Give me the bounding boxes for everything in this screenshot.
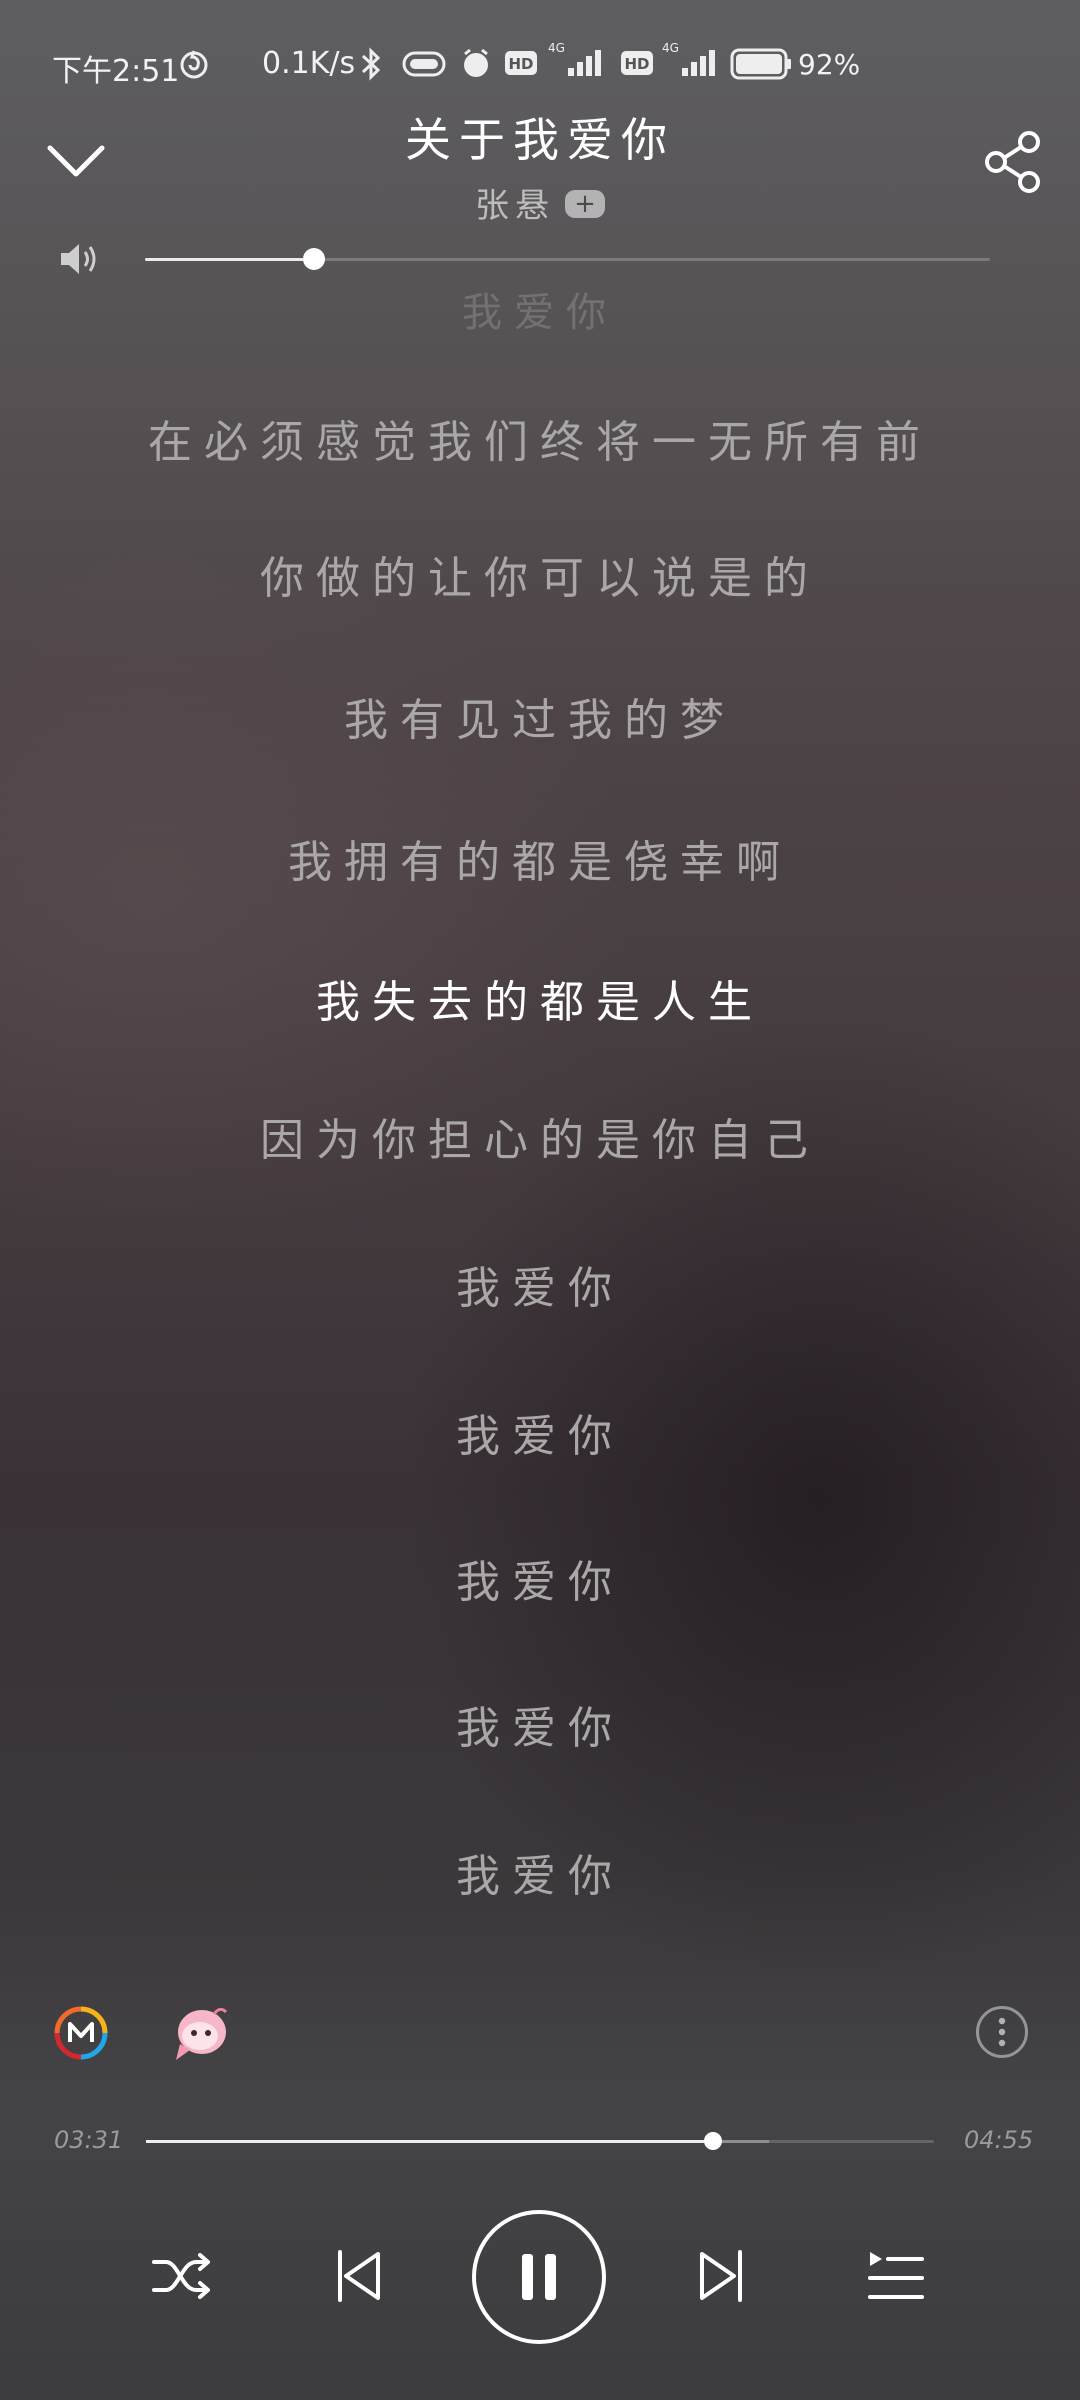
lyric-line: 我拥有的都是侥幸啊: [288, 837, 792, 888]
artist-name[interactable]: 张悬: [475, 186, 555, 226]
alarm-icon: [464, 48, 488, 77]
playlist-icon[interactable]: [866, 2248, 926, 2304]
next-track-icon[interactable]: [696, 2248, 746, 2304]
signal-4g-icon: 4G: [662, 41, 715, 76]
shuffle-icon[interactable]: [150, 2248, 214, 2304]
more-vertical-icon: [998, 2017, 1006, 2047]
svg-text:4G: 4G: [548, 41, 565, 55]
progress-knob[interactable]: [704, 2132, 723, 2150]
status-time: 下午2:51: [52, 54, 180, 89]
netease-music-icon: [180, 50, 208, 79]
volume-fill: [145, 258, 314, 261]
pause-button[interactable]: [472, 2210, 606, 2344]
lyric-line: 在必须感觉我们终将一无所有前: [148, 417, 932, 468]
signal-4g-icon: 4G: [548, 41, 601, 76]
bluetooth-icon: [361, 47, 381, 81]
speaker-icon[interactable]: [58, 240, 102, 278]
hd-icon: HD: [621, 51, 653, 75]
volume-knob[interactable]: [303, 248, 325, 270]
svg-text:HD: HD: [624, 55, 649, 73]
lyric-line: 你做的让你可以说是的: [260, 553, 820, 604]
total-duration: 04:55: [964, 2126, 1034, 2154]
lyric-line: 我爱你: [456, 1851, 624, 1902]
more-options-button[interactable]: [976, 2006, 1028, 2058]
artist-row: 张悬 +: [0, 178, 1080, 227]
pause-icon: [522, 2254, 556, 2300]
follow-artist-button[interactable]: +: [565, 189, 605, 218]
lyric-line-current: 我失去的都是人生: [316, 977, 764, 1028]
mascot-icon[interactable]: [170, 2004, 230, 2064]
lyric-line: 我有见过我的梦: [344, 695, 736, 746]
lyric-line: 因为你担心的是你自己: [260, 1115, 820, 1166]
lyric-line-previous: 我爱你: [462, 290, 618, 336]
hd-icon: HD: [505, 51, 537, 75]
status-battery-percent: 92%: [798, 48, 861, 81]
lyric-line: 我爱你: [456, 1703, 624, 1754]
lyrics-view[interactable]: 我爱你 在必须感觉我们终将一无所有前 你做的让你可以说是的 我有见过我的梦我拥有的都…: [0, 0, 1080, 2400]
lyric-line: 我爱你: [456, 1557, 624, 1608]
lyric-line: 我爱你: [456, 1263, 624, 1314]
share-icon[interactable]: [982, 130, 1044, 194]
elapsed-time: 03:31: [54, 2126, 124, 2154]
svg-text:HD: HD: [508, 55, 533, 73]
lyric-line: 我爱你: [456, 1411, 624, 1462]
progress-slider[interactable]: [146, 2132, 934, 2150]
song-title: 关于我爱你: [405, 113, 675, 167]
svg-text:4G: 4G: [662, 41, 679, 55]
m-badge-icon[interactable]: [54, 2006, 108, 2060]
volume-slider[interactable]: [145, 248, 990, 270]
previous-track-icon[interactable]: [334, 2248, 384, 2304]
toggle-pill-icon: [402, 51, 446, 77]
status-network-speed: 0.1K/s: [262, 46, 356, 81]
progress-fill: [146, 2140, 714, 2143]
battery-icon: [730, 48, 791, 80]
status-bar: 下午2:51 0.1K/s HD 4G HD 4G 92%: [0, 36, 1080, 92]
